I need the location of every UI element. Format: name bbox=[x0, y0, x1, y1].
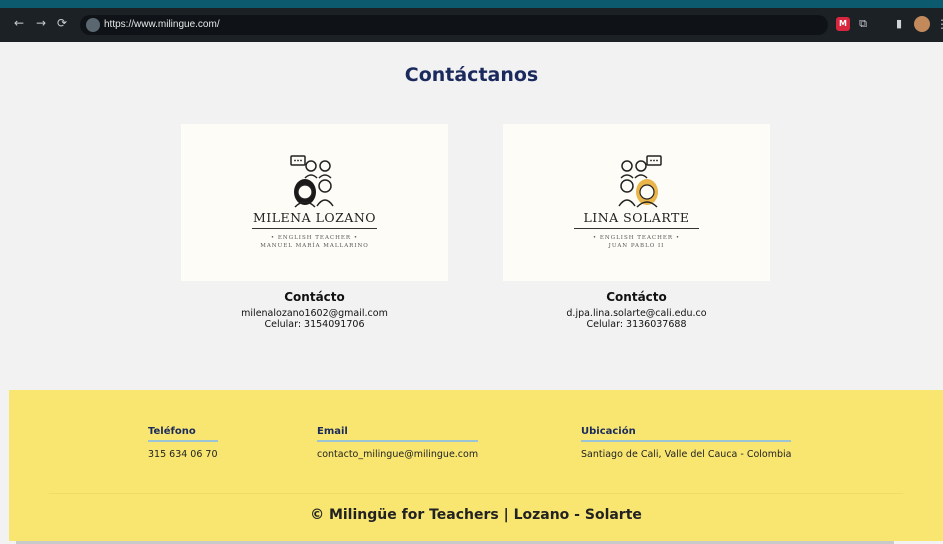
contact-heading: Contácto bbox=[284, 290, 345, 304]
side-panel-icon[interactable]: ▮ bbox=[892, 17, 906, 31]
url-text[interactable]: https://www.milingue.com/ bbox=[104, 19, 220, 30]
contact-phone: Celular: 3136037688 bbox=[586, 319, 687, 330]
footer-location: Ubicación Santiago de Cali, Valle del Ca… bbox=[581, 426, 791, 460]
contact-phone: Celular: 3154091706 bbox=[264, 319, 365, 330]
footer-email: Email contacto_milingue@milingue.com bbox=[317, 426, 478, 460]
logo-divider bbox=[252, 228, 377, 229]
forward-icon[interactable]: → bbox=[36, 17, 46, 29]
page-title: Contáctanos bbox=[404, 64, 539, 86]
footer-email-label: Email bbox=[317, 426, 478, 442]
extensions-puzzle-icon[interactable]: ⧉ bbox=[856, 17, 870, 31]
logo-teacher-name: MILENA LOZANO bbox=[252, 210, 377, 225]
teacher-logo-icon bbox=[618, 155, 662, 208]
contact-block-milena: Contácto milenalozano1602@gmail.com Celu… bbox=[181, 290, 448, 330]
contact-email[interactable]: milenalozano1602@gmail.com bbox=[181, 308, 448, 319]
contact-email[interactable]: d.jpa.lina.solarte@cali.edu.co bbox=[503, 308, 770, 319]
logo-divider bbox=[574, 228, 699, 229]
logo-school-name: MANUEL MARÍA MALLARINO bbox=[260, 243, 369, 249]
footer-phone: Teléfono 315 634 06 70 bbox=[148, 426, 218, 460]
logo-school-name: JUAN PABLO II bbox=[608, 243, 665, 249]
teacher-card-lina: LINA SOLARTE • ENGLISH TEACHER • JUAN PA… bbox=[503, 124, 770, 281]
logo-teacher-role: • ENGLISH TEACHER • bbox=[592, 235, 681, 241]
profile-avatar[interactable] bbox=[914, 16, 930, 32]
teacher-logo-icon bbox=[290, 155, 334, 208]
contact-block-lina: Contácto d.jpa.lina.solarte@cali.edu.co … bbox=[503, 290, 770, 330]
logo-teacher-role: • ENGLISH TEACHER • bbox=[270, 235, 359, 241]
logo-teacher-name: LINA SOLARTE bbox=[583, 210, 690, 225]
footer-phone-label: Teléfono bbox=[148, 426, 218, 442]
footer-location-label: Ubicación bbox=[581, 426, 791, 442]
menu-icon[interactable]: ⋮ bbox=[936, 17, 943, 31]
site-info-icon[interactable] bbox=[86, 18, 100, 32]
contact-heading: Contácto bbox=[606, 290, 667, 304]
site-footer: Teléfono 315 634 06 70 Email contacto_mi… bbox=[9, 390, 943, 541]
footer-divider bbox=[49, 493, 903, 494]
extension-badge-icon[interactable]: M bbox=[836, 17, 850, 31]
footer-phone-value: 315 634 06 70 bbox=[148, 449, 218, 460]
teacher-card-milena: MILENA LOZANO • ENGLISH TEACHER • MANUEL… bbox=[181, 124, 448, 281]
footer-copyright: © Milingüe for Teachers | Lozano - Solar… bbox=[310, 507, 642, 523]
footer-location-value: Santiago de Cali, Valle del Cauca - Colo… bbox=[581, 449, 792, 460]
reload-icon[interactable]: ⟳ bbox=[57, 17, 67, 29]
tab-strip bbox=[0, 0, 943, 8]
back-icon[interactable]: ← bbox=[14, 17, 24, 29]
footer-email-value[interactable]: contacto_milingue@milingue.com bbox=[317, 449, 478, 460]
